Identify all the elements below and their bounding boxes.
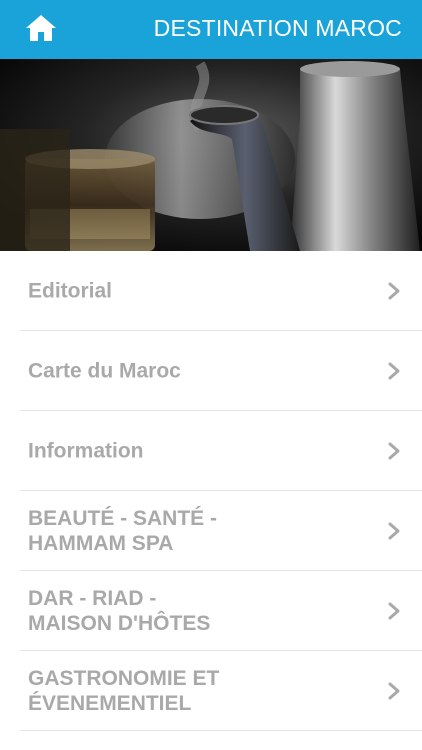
chevron-right-icon [388,442,400,459]
chevron-right-icon [388,602,400,619]
chevron-right-icon [388,282,400,299]
menu-item-carte-du-maroc[interactable]: Carte du Maroc [20,331,422,411]
menu-item-label: GASTRONOMIE ET ÉVENEMENTIEL [28,666,220,715]
chevron-right-icon [388,522,400,539]
menu-item-information[interactable]: Information [20,411,422,491]
chevron-right-icon [388,682,400,699]
app-header: DESTINATION MAROC [0,0,422,59]
app-title: DESTINATION MAROC [153,15,402,41]
menu-item-label: DAR - RIAD - MAISON D'HÔTES [28,586,211,635]
home-icon[interactable] [24,13,58,43]
menu-item-label: Editorial [28,279,113,302]
teapot-photo [0,59,422,251]
menu-item-label: Carte du Maroc [28,359,181,382]
menu-item-editorial[interactable]: Editorial [20,251,422,331]
chevron-right-icon [388,362,400,379]
menu-item-label: Information [28,439,144,462]
menu-item-dar-riad-maison[interactable]: DAR - RIAD - MAISON D'HÔTES [20,571,422,651]
menu-item-label: BEAUTÉ - SANTÉ - HAMMAM SPA [28,506,217,555]
menu-list: Editorial Carte du Maroc Information BEA… [0,251,422,731]
hero-image [0,59,422,251]
menu-item-beaute-sante-hammam[interactable]: BEAUTÉ - SANTÉ - HAMMAM SPA [20,491,422,571]
menu-item-gastronomie[interactable]: GASTRONOMIE ET ÉVENEMENTIEL [20,651,422,731]
